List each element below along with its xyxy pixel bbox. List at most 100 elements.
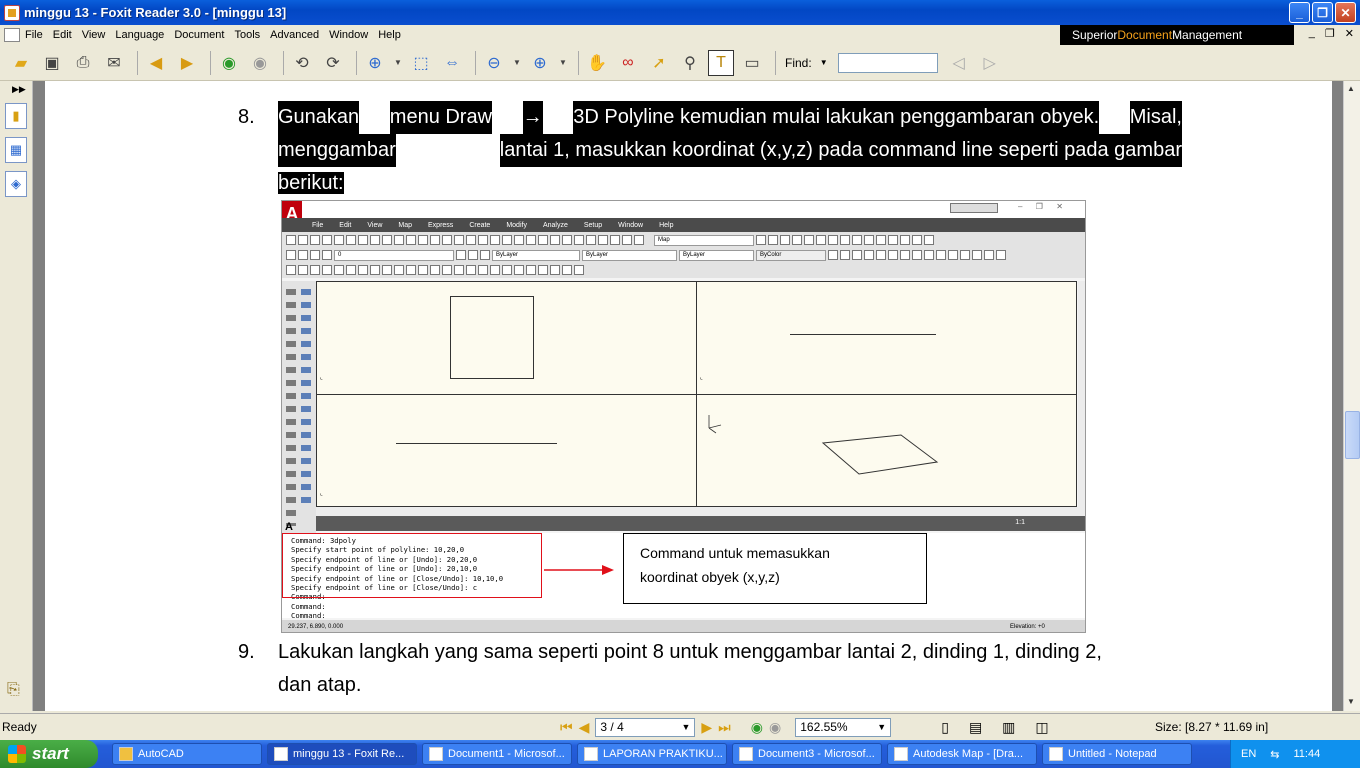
- zoom-field[interactable]: 162.55% ▼: [795, 717, 892, 737]
- task-laporan[interactable]: LAPORAN PRAKTIKU...: [577, 743, 727, 765]
- first-page-icon[interactable]: ⏮: [560, 719, 573, 736]
- cad-menu-edit: Edit: [339, 221, 352, 229]
- task-notepad[interactable]: Untitled - Notepad: [1042, 743, 1192, 765]
- mdi-close-icon[interactable]: ✕: [1345, 27, 1354, 40]
- item8-number: 8.: [238, 106, 255, 128]
- task-document1[interactable]: Document1 - Microsof...: [422, 743, 572, 765]
- email-icon[interactable]: ✉: [101, 50, 127, 76]
- menu-document[interactable]: Document: [169, 29, 229, 41]
- zoom-in-plus-icon[interactable]: ⊕: [527, 50, 553, 76]
- bookmarks-icon[interactable]: ▮: [5, 103, 27, 129]
- back-icon[interactable]: ◉: [216, 50, 242, 76]
- zoom-out-dropdown-icon[interactable]: ▼: [512, 50, 522, 76]
- continuous-page-icon[interactable]: ▤: [969, 719, 982, 736]
- menu-file[interactable]: File: [20, 29, 48, 41]
- language-indicator[interactable]: EN: [1241, 748, 1256, 760]
- scroll-thumb[interactable]: [1345, 411, 1360, 459]
- item8-misal: Misal,: [1129, 101, 1182, 134]
- menu-view[interactable]: View: [77, 29, 111, 41]
- mdi-restore-icon[interactable]: ❐: [1325, 27, 1335, 40]
- menu-language[interactable]: Language: [110, 29, 169, 41]
- fit-page-icon[interactable]: ⬚: [408, 50, 434, 76]
- zoom-in-icon[interactable]: ⊕: [362, 50, 388, 76]
- minimize-button[interactable]: _: [1289, 2, 1310, 23]
- snapshot-camera-icon[interactable]: ▭: [739, 50, 765, 76]
- task-autodesk-map[interactable]: Autodesk Map - [Dra...: [887, 743, 1037, 765]
- menu-window[interactable]: Window: [324, 29, 373, 41]
- document-vertical-scrollbar[interactable]: ▲ ▼: [1343, 81, 1360, 711]
- expand-panel-icon[interactable]: ▶▶: [12, 84, 32, 95]
- rotate-left-icon[interactable]: ⟲: [289, 50, 315, 76]
- cad-elevation: Elevation: +0: [1010, 624, 1045, 630]
- superior-banner[interactable]: Superior Document Management: [1060, 25, 1294, 45]
- rotate-right-icon[interactable]: ⟳: [320, 50, 346, 76]
- cad-linetype-select: ByLayer: [582, 249, 677, 261]
- menu-help[interactable]: Help: [373, 29, 406, 41]
- open-folder-icon[interactable]: ▰: [8, 50, 34, 76]
- page-number: 3 / 4: [600, 720, 624, 734]
- binoculars-icon[interactable]: ⚲: [677, 50, 703, 76]
- isometric-floor-shape: [708, 415, 939, 475]
- find-next-icon[interactable]: ▷: [977, 50, 1003, 76]
- restore-button[interactable]: ❐: [1312, 2, 1333, 23]
- cad-menu-help: Help: [659, 221, 674, 229]
- save-icon[interactable]: ▣: [39, 50, 65, 76]
- find-dropdown-icon[interactable]: ▼: [820, 58, 828, 67]
- task-document3[interactable]: Document3 - Microsof...: [732, 743, 882, 765]
- forward-icon[interactable]: ◉: [247, 50, 273, 76]
- scroll-up-icon[interactable]: ▲: [1347, 84, 1355, 93]
- cad-coords: 29.237, 6.890, 0.000: [288, 624, 344, 630]
- item8-word-gunakan: Gunakan: [278, 101, 360, 134]
- zoom-out-icon[interactable]: ⊖: [481, 50, 507, 76]
- find-previous-icon[interactable]: ◁: [946, 50, 972, 76]
- text-select-icon[interactable]: T: [708, 49, 734, 76]
- task-label: Document1 - Microsof...: [448, 748, 565, 760]
- layers-icon[interactable]: ◈: [5, 171, 27, 197]
- task-label: Document3 - Microsof...: [758, 748, 875, 760]
- prev-page-icon[interactable]: ◀: [579, 719, 590, 736]
- next-page-status-icon[interactable]: ▶: [701, 719, 712, 736]
- word-icon: [584, 747, 598, 761]
- menu-tools[interactable]: Tools: [229, 29, 265, 41]
- folder-icon: [119, 747, 133, 761]
- mdi-minimize-icon[interactable]: _: [1309, 27, 1315, 40]
- task-foxit[interactable]: minggu 13 - Foxit Re...: [267, 743, 417, 765]
- zoom-dropdown-icon[interactable]: ▼: [393, 50, 403, 76]
- hand-tool-icon[interactable]: ✋: [584, 50, 610, 76]
- fit-width-icon[interactable]: ⇔: [439, 50, 465, 76]
- zoom-in-dropdown-icon[interactable]: ▼: [558, 50, 568, 76]
- menu-advanced[interactable]: Advanced: [265, 29, 324, 41]
- go-forward-icon[interactable]: ◉: [769, 719, 781, 736]
- task-label: AutoCAD: [138, 748, 184, 760]
- page-number-field[interactable]: 3 / 4 ▼: [595, 717, 696, 737]
- task-label: LAPORAN PRAKTIKU...: [603, 748, 723, 760]
- document-icon[interactable]: [4, 28, 20, 42]
- previous-page-icon[interactable]: ◀: [143, 50, 169, 76]
- find-input[interactable]: [837, 52, 938, 73]
- item8-line1: Gunakan menu Draw → 3D Polyline kemudian…: [278, 101, 1182, 134]
- cad-menu-express: Express: [428, 221, 454, 229]
- continuous-facing-icon[interactable]: ◫: [1035, 719, 1048, 736]
- cad-menu-map: Map: [398, 221, 413, 229]
- single-page-icon[interactable]: ▯: [941, 719, 949, 736]
- go-back-icon[interactable]: ◉: [751, 719, 763, 736]
- print-icon[interactable]: ⎙: [70, 50, 96, 76]
- glasses-icon[interactable]: ∞: [615, 50, 641, 76]
- last-page-icon[interactable]: ⏭: [718, 719, 731, 736]
- scroll-down-icon[interactable]: ▼: [1347, 697, 1355, 706]
- task-autocad[interactable]: AutoCAD: [112, 743, 262, 765]
- cad-menu-setup: Setup: [583, 221, 603, 229]
- attachment-clip-icon[interactable]: ⎘: [7, 681, 20, 699]
- navigation-panel: ▶▶ ▮ ▦ ◈ ⎘: [0, 81, 33, 711]
- start-button[interactable]: start: [0, 740, 98, 768]
- banner-prefix: Superior: [1072, 28, 1118, 42]
- next-page-icon[interactable]: ▶: [174, 50, 200, 76]
- close-button[interactable]: ✕: [1335, 2, 1356, 23]
- pages-icon[interactable]: ▦: [5, 137, 27, 163]
- foxit-app-icon[interactable]: [4, 4, 20, 21]
- facing-page-icon[interactable]: ▥: [1002, 719, 1015, 736]
- select-arrow-icon[interactable]: ➚: [646, 50, 672, 76]
- network-icon[interactable]: ⇆: [1270, 748, 1279, 761]
- autocad-status-bar: 29.237, 6.890, 0.000 Elevation: +0: [282, 620, 1085, 632]
- menu-edit[interactable]: Edit: [48, 29, 77, 41]
